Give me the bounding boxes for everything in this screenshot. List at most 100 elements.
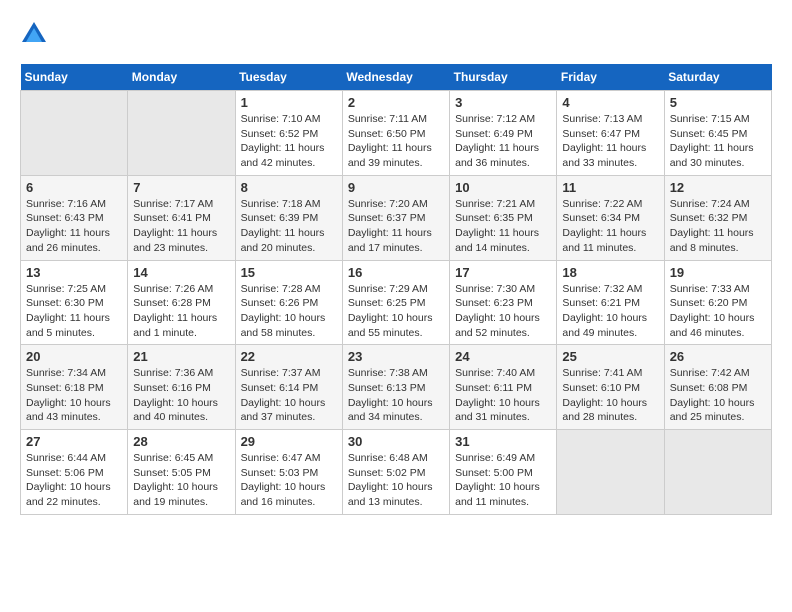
calendar-cell: 23 Sunrise: 7:38 AM Sunset: 6:13 PM Dayli…: [342, 345, 449, 430]
day-number: 6: [26, 180, 122, 195]
day-info: Sunrise: 7:41 AM Sunset: 6:10 PM Dayligh…: [562, 366, 658, 425]
day-info: Sunrise: 7:38 AM Sunset: 6:13 PM Dayligh…: [348, 366, 444, 425]
calendar-cell: 5Sunrise: 7:15 AM Sunset: 6:45 PM Daylig…: [664, 91, 771, 176]
calendar-cell: [128, 91, 235, 176]
header-row: SundayMondayTuesdayWednesdayThursdayFrid…: [21, 64, 772, 91]
day-info: Sunrise: 7:16 AM Sunset: 6:43 PM Dayligh…: [26, 197, 122, 256]
calendar-cell: [557, 430, 664, 515]
calendar-cell: 25 Sunrise: 7:41 AM Sunset: 6:10 PM Dayli…: [557, 345, 664, 430]
day-info: Sunrise: 7:11 AM Sunset: 6:50 PM Dayligh…: [348, 112, 444, 171]
day-info: Sunrise: 7:29 AM Sunset: 6:25 PM Dayligh…: [348, 282, 444, 341]
day-number: 11: [562, 180, 658, 195]
day-number: 2: [348, 95, 444, 110]
calendar-cell: 12Sunrise: 7:24 AM Sunset: 6:32 PM Dayli…: [664, 175, 771, 260]
calendar-cell: 1Sunrise: 7:10 AM Sunset: 6:52 PM Daylig…: [235, 91, 342, 176]
calendar-cell: 26 Sunrise: 7:42 AM Sunset: 6:08 PM Dayli…: [664, 345, 771, 430]
day-info: Sunrise: 7:36 AM Sunset: 6:16 PM Dayligh…: [133, 366, 229, 425]
calendar-cell: 7 Sunrise: 7:17 AM Sunset: 6:41 PM Daylig…: [128, 175, 235, 260]
day-info: Sunrise: 7:17 AM Sunset: 6:41 PM Dayligh…: [133, 197, 229, 256]
header-day-tuesday: Tuesday: [235, 64, 342, 91]
calendar-cell: 28 Sunrise: 6:45 AM Sunset: 5:05 PM Dayli…: [128, 430, 235, 515]
day-number: 17: [455, 265, 551, 280]
calendar-cell: 24 Sunrise: 7:40 AM Sunset: 6:11 PM Dayli…: [450, 345, 557, 430]
logo: [20, 20, 52, 48]
day-info: Sunrise: 7:30 AM Sunset: 6:23 PM Dayligh…: [455, 282, 551, 341]
day-number: 26: [670, 349, 766, 364]
calendar-cell: 8 Sunrise: 7:18 AM Sunset: 6:39 PM Daylig…: [235, 175, 342, 260]
calendar-cell: 13 Sunrise: 7:25 AM Sunset: 6:30 PM Dayli…: [21, 260, 128, 345]
day-number: 5: [670, 95, 766, 110]
calendar-cell: 9 Sunrise: 7:20 AM Sunset: 6:37 PM Daylig…: [342, 175, 449, 260]
calendar-cell: 27 Sunrise: 6:44 AM Sunset: 5:06 PM Dayli…: [21, 430, 128, 515]
day-info: Sunrise: 6:44 AM Sunset: 5:06 PM Dayligh…: [26, 451, 122, 510]
day-number: 18: [562, 265, 658, 280]
page-header: [20, 20, 772, 48]
day-number: 4: [562, 95, 658, 110]
day-number: 24: [455, 349, 551, 364]
day-info: Sunrise: 6:49 AM Sunset: 5:00 PM Dayligh…: [455, 451, 551, 510]
calendar-cell: 29 Sunrise: 6:47 AM Sunset: 5:03 PM Dayli…: [235, 430, 342, 515]
day-info: Sunrise: 6:47 AM Sunset: 5:03 PM Dayligh…: [241, 451, 337, 510]
day-number: 7: [133, 180, 229, 195]
day-number: 13: [26, 265, 122, 280]
calendar-cell: 22Sunrise: 7:37 AM Sunset: 6:14 PM Dayli…: [235, 345, 342, 430]
day-number: 28: [133, 434, 229, 449]
day-info: Sunrise: 7:21 AM Sunset: 6:35 PM Dayligh…: [455, 197, 551, 256]
calendar-cell: 10 Sunrise: 7:21 AM Sunset: 6:35 PM Dayli…: [450, 175, 557, 260]
day-info: Sunrise: 7:37 AM Sunset: 6:14 PM Dayligh…: [241, 366, 337, 425]
header-day-saturday: Saturday: [664, 64, 771, 91]
day-number: 21: [133, 349, 229, 364]
day-number: 31: [455, 434, 551, 449]
calendar-cell: 2 Sunrise: 7:11 AM Sunset: 6:50 PM Daylig…: [342, 91, 449, 176]
calendar-cell: 30Sunrise: 6:48 AM Sunset: 5:02 PM Dayli…: [342, 430, 449, 515]
calendar-cell: 21 Sunrise: 7:36 AM Sunset: 6:16 PM Dayli…: [128, 345, 235, 430]
calendar-cell: 16Sunrise: 7:29 AM Sunset: 6:25 PM Dayli…: [342, 260, 449, 345]
calendar-week-3: 13 Sunrise: 7:25 AM Sunset: 6:30 PM Dayli…: [21, 260, 772, 345]
calendar-week-5: 27 Sunrise: 6:44 AM Sunset: 5:06 PM Dayli…: [21, 430, 772, 515]
day-info: Sunrise: 7:28 AM Sunset: 6:26 PM Dayligh…: [241, 282, 337, 341]
day-number: 14: [133, 265, 229, 280]
calendar-cell: 19 Sunrise: 7:33 AM Sunset: 6:20 PM Dayli…: [664, 260, 771, 345]
day-info: Sunrise: 7:42 AM Sunset: 6:08 PM Dayligh…: [670, 366, 766, 425]
calendar-week-2: 6 Sunrise: 7:16 AM Sunset: 6:43 PM Daylig…: [21, 175, 772, 260]
day-info: Sunrise: 7:18 AM Sunset: 6:39 PM Dayligh…: [241, 197, 337, 256]
day-number: 25: [562, 349, 658, 364]
day-number: 20: [26, 349, 122, 364]
calendar-cell: 4Sunrise: 7:13 AM Sunset: 6:47 PM Daylig…: [557, 91, 664, 176]
day-info: Sunrise: 6:45 AM Sunset: 5:05 PM Dayligh…: [133, 451, 229, 510]
calendar-cell: 20 Sunrise: 7:34 AM Sunset: 6:18 PM Dayli…: [21, 345, 128, 430]
day-number: 9: [348, 180, 444, 195]
calendar-cell: 14Sunrise: 7:26 AM Sunset: 6:28 PM Dayli…: [128, 260, 235, 345]
day-number: 3: [455, 95, 551, 110]
day-info: Sunrise: 7:20 AM Sunset: 6:37 PM Dayligh…: [348, 197, 444, 256]
header-day-monday: Monday: [128, 64, 235, 91]
calendar-cell: 15 Sunrise: 7:28 AM Sunset: 6:26 PM Dayli…: [235, 260, 342, 345]
calendar-table: SundayMondayTuesdayWednesdayThursdayFrid…: [20, 64, 772, 515]
day-number: 23: [348, 349, 444, 364]
day-number: 15: [241, 265, 337, 280]
day-number: 1: [241, 95, 337, 110]
calendar-cell: 17 Sunrise: 7:30 AM Sunset: 6:23 PM Dayli…: [450, 260, 557, 345]
day-info: Sunrise: 7:32 AM Sunset: 6:21 PM Dayligh…: [562, 282, 658, 341]
header-day-sunday: Sunday: [21, 64, 128, 91]
day-number: 8: [241, 180, 337, 195]
header-day-thursday: Thursday: [450, 64, 557, 91]
calendar-week-1: 1Sunrise: 7:10 AM Sunset: 6:52 PM Daylig…: [21, 91, 772, 176]
day-info: Sunrise: 7:12 AM Sunset: 6:49 PM Dayligh…: [455, 112, 551, 171]
day-info: Sunrise: 7:34 AM Sunset: 6:18 PM Dayligh…: [26, 366, 122, 425]
day-info: Sunrise: 6:48 AM Sunset: 5:02 PM Dayligh…: [348, 451, 444, 510]
calendar-cell: 11Sunrise: 7:22 AM Sunset: 6:34 PM Dayli…: [557, 175, 664, 260]
day-number: 29: [241, 434, 337, 449]
day-number: 19: [670, 265, 766, 280]
day-info: Sunrise: 7:33 AM Sunset: 6:20 PM Dayligh…: [670, 282, 766, 341]
calendar-cell: 3 Sunrise: 7:12 AM Sunset: 6:49 PM Daylig…: [450, 91, 557, 176]
day-info: Sunrise: 7:25 AM Sunset: 6:30 PM Dayligh…: [26, 282, 122, 341]
logo-icon: [20, 20, 48, 48]
calendar-cell: [21, 91, 128, 176]
day-info: Sunrise: 7:40 AM Sunset: 6:11 PM Dayligh…: [455, 366, 551, 425]
calendar-cell: [664, 430, 771, 515]
day-number: 27: [26, 434, 122, 449]
calendar-cell: 31 Sunrise: 6:49 AM Sunset: 5:00 PM Dayli…: [450, 430, 557, 515]
day-number: 10: [455, 180, 551, 195]
calendar-cell: 18 Sunrise: 7:32 AM Sunset: 6:21 PM Dayli…: [557, 260, 664, 345]
